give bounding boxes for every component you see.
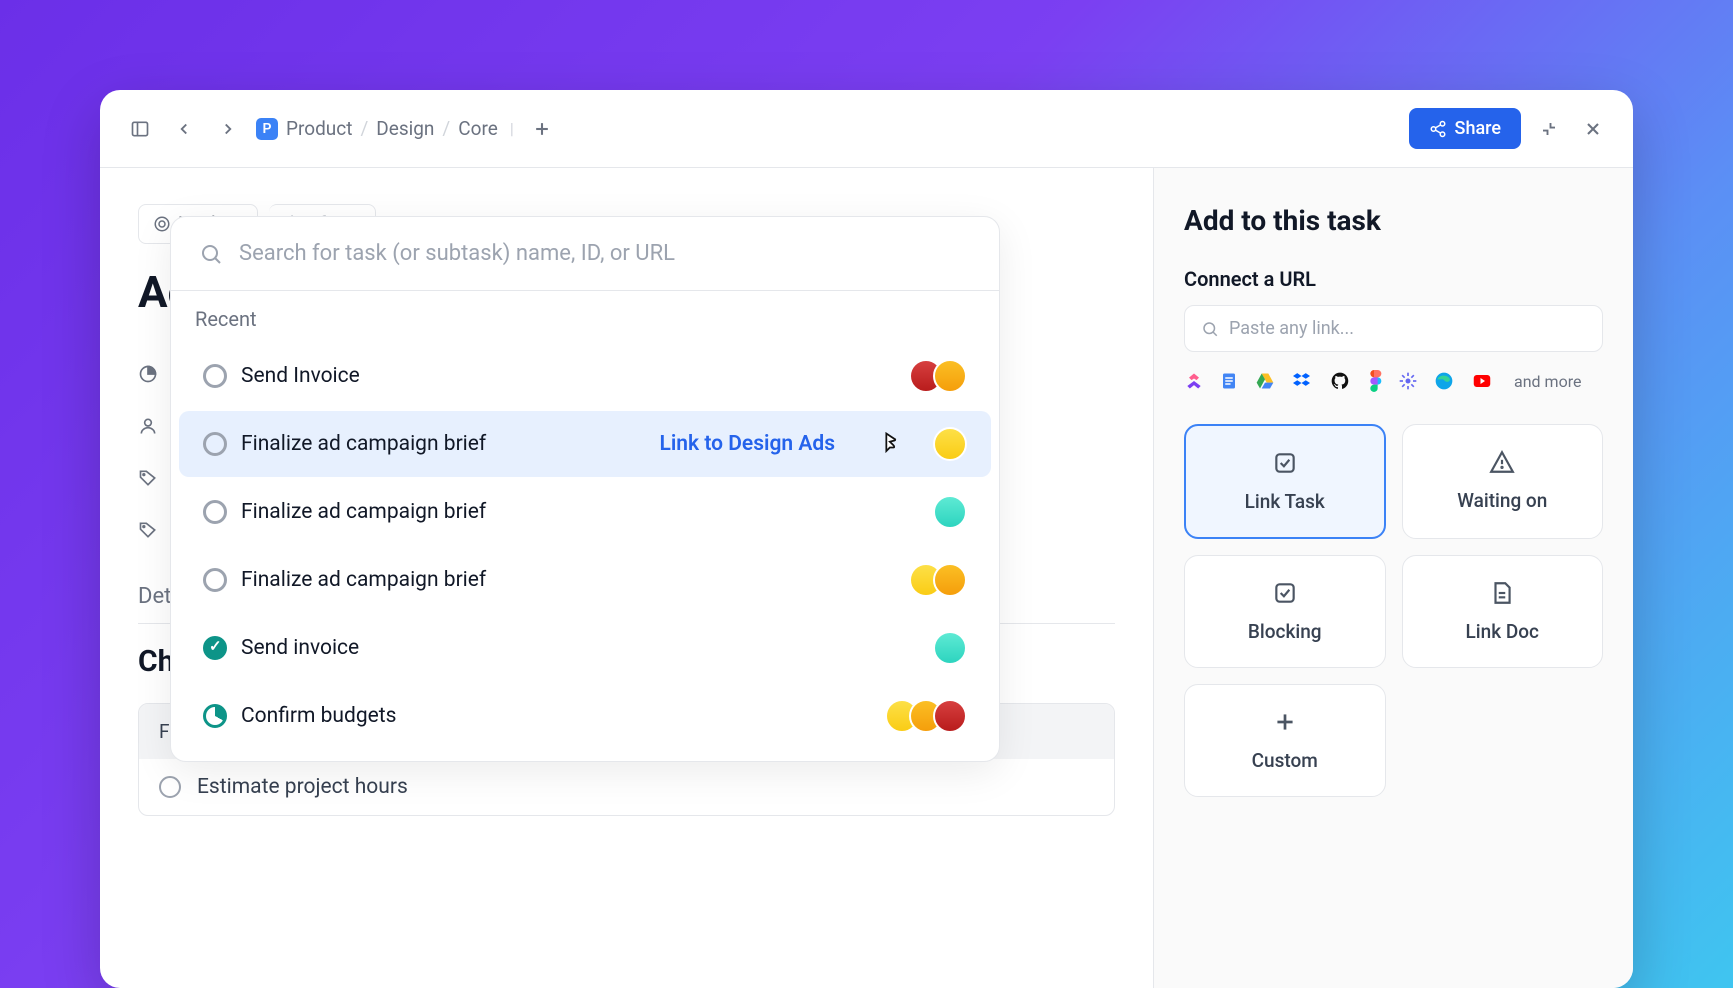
search-row xyxy=(171,217,999,291)
avatars xyxy=(933,631,967,665)
left-pane: Task d2Df34D Ac St As Ta Pri xyxy=(100,168,1153,988)
status-done-icon xyxy=(203,636,227,660)
status-icon xyxy=(203,432,227,456)
search-result[interactable]: Confirm budgets xyxy=(179,683,991,749)
avatars xyxy=(885,699,967,733)
warning-icon xyxy=(1489,449,1515,475)
link-task-card[interactable]: Link Task xyxy=(1184,424,1386,539)
blocking-card[interactable]: Blocking xyxy=(1184,555,1386,668)
dropbox-icon[interactable] xyxy=(1292,371,1314,391)
google-drive-icon[interactable] xyxy=(1254,371,1276,391)
search-result[interactable]: Finalize ad campaign brief Link to Desig… xyxy=(179,411,991,477)
edge-icon[interactable] xyxy=(1434,371,1454,391)
avatars xyxy=(909,359,967,393)
avatars xyxy=(933,495,967,529)
nav-back-button[interactable] xyxy=(168,113,200,145)
figma-icon[interactable] xyxy=(1366,370,1382,392)
status-progress-icon xyxy=(203,704,227,728)
link-doc-card[interactable]: Link Doc xyxy=(1402,555,1604,668)
custom-card[interactable]: Custom xyxy=(1184,684,1386,797)
card-grid: Link Task Waiting on Blocking Link Doc C… xyxy=(1184,424,1603,797)
claude-icon[interactable] xyxy=(1398,371,1418,391)
checklist-item[interactable]: Estimate project hours xyxy=(139,759,1114,815)
breadcrumb-item[interactable]: Core xyxy=(458,117,498,140)
add-button[interactable] xyxy=(526,113,558,145)
url-input-wrap[interactable] xyxy=(1184,305,1603,352)
status-icon xyxy=(203,500,227,524)
sidebar-toggle-button[interactable] xyxy=(124,113,156,145)
github-icon[interactable] xyxy=(1330,371,1350,391)
breadcrumb-item[interactable]: Product xyxy=(286,117,352,140)
search-result[interactable]: Finalize ad campaign brief xyxy=(179,479,991,545)
search-input[interactable] xyxy=(239,241,971,266)
breadcrumb-item[interactable]: Design xyxy=(376,117,434,140)
minimize-button[interactable] xyxy=(1533,113,1565,145)
search-result[interactable]: Send invoice xyxy=(179,615,991,681)
link-hint: Link to Design Ads xyxy=(659,432,835,456)
avatars xyxy=(909,563,967,597)
doc-icon xyxy=(1489,580,1515,606)
breadcrumb-badge: P xyxy=(256,118,278,140)
search-panel: Recent Send Invoice Finalize ad campaign… xyxy=(170,216,1000,762)
recent-label: Recent xyxy=(171,291,999,341)
breadcrumb[interactable]: P Product / Design / Core xyxy=(256,117,498,140)
right-pane: Add to this task Connect a URL and more xyxy=(1153,168,1633,988)
youtube-icon[interactable] xyxy=(1470,372,1494,390)
app-window: P Product / Design / Core | Share xyxy=(100,90,1633,988)
link-task-icon xyxy=(1272,450,1298,476)
search-result[interactable]: Send Invoice xyxy=(179,343,991,409)
status-icon xyxy=(203,568,227,592)
close-button[interactable] xyxy=(1577,113,1609,145)
clickup-icon[interactable] xyxy=(1184,371,1204,391)
nav-forward-button[interactable] xyxy=(212,113,244,145)
search-icon xyxy=(199,242,223,266)
and-more-label[interactable]: and more xyxy=(1514,372,1581,391)
app-icons-row: and more xyxy=(1184,370,1603,392)
waiting-on-card[interactable]: Waiting on xyxy=(1402,424,1604,539)
search-result[interactable]: Finalize ad campaign brief xyxy=(179,547,991,613)
google-docs-icon[interactable] xyxy=(1220,371,1238,391)
status-icon xyxy=(203,364,227,388)
connect-url-label: Connect a URL xyxy=(1184,267,1603,291)
blocking-icon xyxy=(1272,580,1298,606)
right-panel-title: Add to this task xyxy=(1184,204,1603,237)
plus-icon xyxy=(1272,709,1298,735)
checkbox-icon[interactable] xyxy=(159,776,181,798)
cursor-icon xyxy=(877,430,905,458)
share-button[interactable]: Share xyxy=(1409,108,1521,149)
search-icon xyxy=(1201,320,1219,338)
main: Task d2Df34D Ac St As Ta Pri xyxy=(100,168,1633,988)
topbar: P Product / Design / Core | Share xyxy=(100,90,1633,168)
avatars xyxy=(933,427,967,461)
url-input[interactable] xyxy=(1229,318,1586,339)
share-label: Share xyxy=(1455,118,1501,139)
